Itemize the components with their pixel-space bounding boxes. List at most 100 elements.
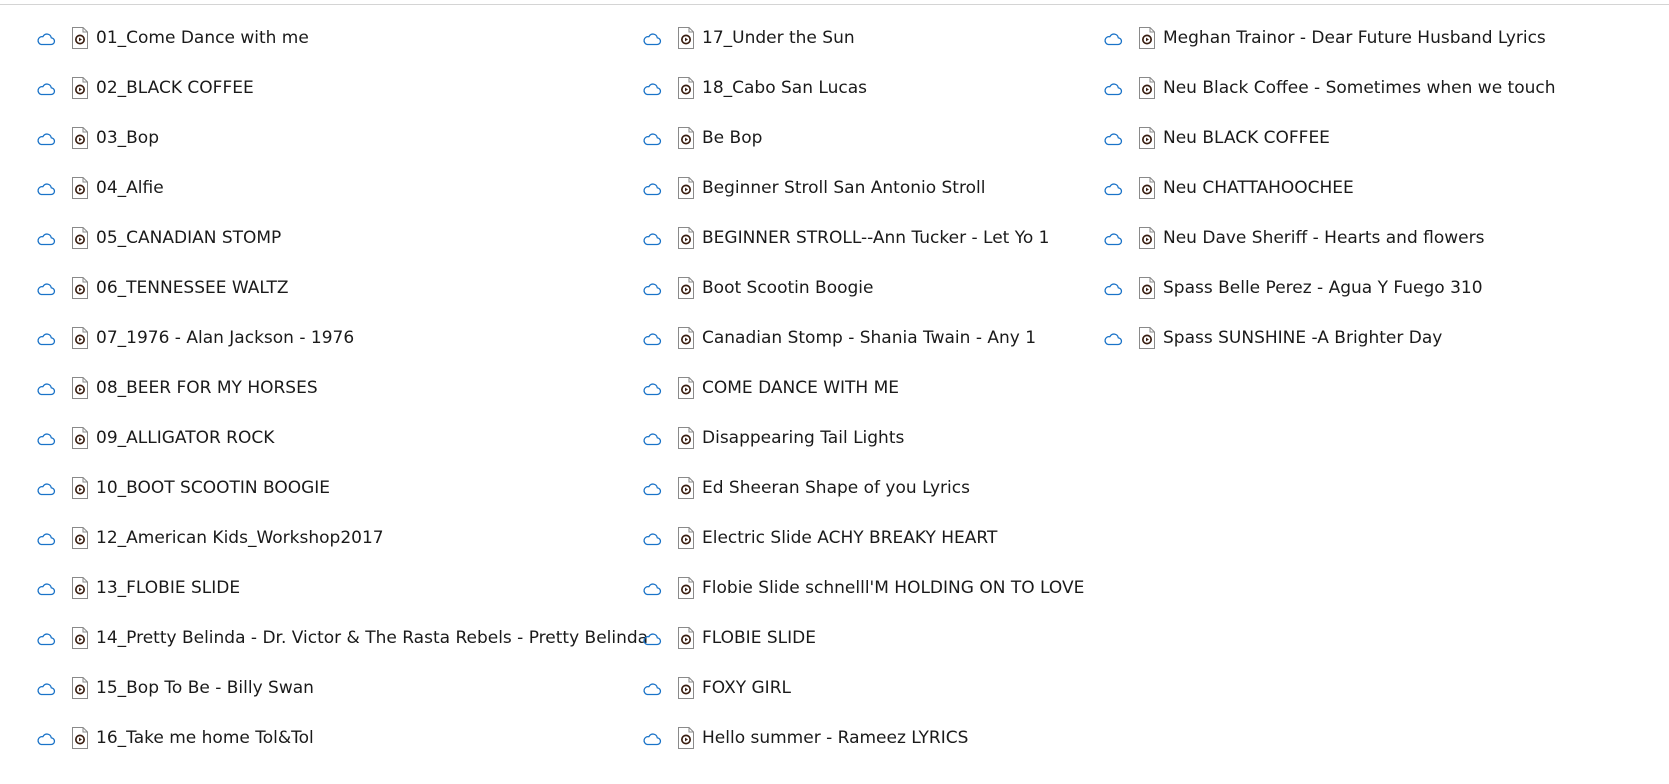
file-name[interactable]: Neu Black Coffee - Sometimes when we tou… [1163,77,1556,99]
file-column-1: 01_Come Dance with me 02_BLACK COFFEE 03… [36,14,648,764]
file-name[interactable]: Neu Dave Sheriff - Hearts and flowers [1163,227,1484,249]
file-item[interactable]: 12_American Kids_Workshop2017 [36,514,596,564]
cloud-icon [642,429,662,449]
file-name[interactable]: Flobie Slide schnelll'M HOLDING ON TO LO… [702,577,1084,599]
file-item[interactable]: 08_BEER FOR MY HORSES [36,364,596,414]
cloud-icon [642,279,662,299]
file-name[interactable]: 10_BOOT SCOOTIN BOOGIE [96,477,330,499]
file-name[interactable]: 13_FLOBIE SLIDE [96,577,240,599]
media-file-icon [677,26,695,50]
cloud-icon [36,129,56,149]
media-file-icon [1138,26,1156,50]
file-item[interactable]: Neu CHATTAHOOCHEE [1103,164,1663,214]
file-name[interactable]: 05_CANADIAN STOMP [96,227,281,249]
file-name[interactable]: 14_Pretty Belinda - Dr. Victor & The Ras… [96,627,648,649]
cloud-icon [642,329,662,349]
file-item[interactable]: Flobie Slide schnelll'M HOLDING ON TO LO… [642,564,1202,614]
file-item[interactable]: 15_Bop To Be - Billy Swan [36,664,596,714]
cloud-icon [1103,329,1123,349]
cloud-icon [36,279,56,299]
media-file-icon [677,276,695,300]
file-name[interactable]: Hello summer - Rameez LYRICS [702,727,968,749]
file-name[interactable]: 17_Under the Sun [702,27,855,49]
file-name[interactable]: 01_Come Dance with me [96,27,309,49]
file-name[interactable]: Beginner Stroll San Antonio Stroll [702,177,985,199]
cloud-icon [642,229,662,249]
file-item[interactable]: COME DANCE WITH ME [642,364,1202,414]
cloud-icon [36,29,56,49]
file-name[interactable]: 04_Alfie [96,177,164,199]
file-name[interactable]: FLOBIE SLIDE [702,627,816,649]
media-file-icon [677,526,695,550]
file-item[interactable]: Ed Sheeran Shape of you Lyrics [642,464,1202,514]
media-file-icon [677,176,695,200]
file-name[interactable]: Spass SUNSHINE -A Brighter Day [1163,327,1442,349]
file-item[interactable]: Hello summer - Rameez LYRICS [642,714,1202,764]
file-item[interactable]: Spass SUNSHINE -A Brighter Day [1103,314,1663,364]
media-file-icon [677,726,695,750]
media-file-icon [71,426,89,450]
media-file-icon [71,276,89,300]
file-item[interactable]: Spass Belle Perez - Agua Y Fuego 310 [1103,264,1663,314]
cloud-icon [36,229,56,249]
file-item[interactable]: 04_Alfie [36,164,596,214]
file-name[interactable]: Boot Scootin Boogie [702,277,873,299]
file-item[interactable]: 01_Come Dance with me [36,14,596,64]
file-name[interactable]: 12_American Kids_Workshop2017 [96,527,384,549]
file-item[interactable]: 03_Bop [36,114,596,164]
media-file-icon [71,526,89,550]
file-item[interactable]: FLOBIE SLIDE [642,614,1202,664]
cloud-icon [642,629,662,649]
file-item[interactable]: 07_1976 - Alan Jackson - 1976 [36,314,596,364]
media-file-icon [71,626,89,650]
file-name[interactable]: 07_1976 - Alan Jackson - 1976 [96,327,354,349]
file-name[interactable]: 03_Bop [96,127,159,149]
file-item[interactable]: Disappearing Tail Lights [642,414,1202,464]
file-item[interactable]: Meghan Trainor - Dear Future Husband Lyr… [1103,14,1663,64]
file-name[interactable]: 08_BEER FOR MY HORSES [96,377,318,399]
file-name[interactable]: 15_Bop To Be - Billy Swan [96,677,314,699]
file-item[interactable]: Neu Black Coffee - Sometimes when we tou… [1103,64,1663,114]
file-item[interactable]: 06_TENNESSEE WALTZ [36,264,596,314]
media-file-icon [677,626,695,650]
file-name[interactable]: Ed Sheeran Shape of you Lyrics [702,477,970,499]
file-name[interactable]: Spass Belle Perez - Agua Y Fuego 310 [1163,277,1483,299]
file-name[interactable]: Electric Slide ACHY BREAKY HEART [702,527,997,549]
file-name[interactable]: Meghan Trainor - Dear Future Husband Lyr… [1163,27,1546,49]
file-item[interactable]: 02_BLACK COFFEE [36,64,596,114]
file-name[interactable]: BEGINNER STROLL--Ann Tucker - Let Yo 1 [702,227,1049,249]
file-name[interactable]: Neu CHATTAHOOCHEE [1163,177,1354,199]
file-name[interactable]: FOXY GIRL [702,677,791,699]
file-name[interactable]: Disappearing Tail Lights [702,427,904,449]
file-item[interactable]: 09_ALLIGATOR ROCK [36,414,596,464]
file-name[interactable]: Canadian Stomp - Shania Twain - Any 1 [702,327,1036,349]
media-file-icon [677,126,695,150]
file-name[interactable]: 16_Take me home Tol&Tol [96,727,314,749]
file-name[interactable]: Be Bop [702,127,762,149]
media-file-icon [677,376,695,400]
file-name[interactable]: COME DANCE WITH ME [702,377,899,399]
media-file-icon [71,76,89,100]
cloud-icon [36,679,56,699]
file-name[interactable]: Neu BLACK COFFEE [1163,127,1330,149]
file-item[interactable]: 14_Pretty Belinda - Dr. Victor & The Ras… [36,614,648,664]
file-item[interactable]: Electric Slide ACHY BREAKY HEART [642,514,1202,564]
file-name[interactable]: 18_Cabo San Lucas [702,77,867,99]
cloud-icon [1103,279,1123,299]
file-item[interactable]: 16_Take me home Tol&Tol [36,714,596,764]
file-item[interactable]: FOXY GIRL [642,664,1202,714]
media-file-icon [71,676,89,700]
media-file-icon [71,226,89,250]
cloud-icon [1103,129,1123,149]
cloud-icon [36,729,56,749]
file-item[interactable]: Neu BLACK COFFEE [1103,114,1663,164]
media-file-icon [677,576,695,600]
file-name[interactable]: 09_ALLIGATOR ROCK [96,427,274,449]
file-item[interactable]: 10_BOOT SCOOTIN BOOGIE [36,464,596,514]
cloud-icon [36,479,56,499]
file-item[interactable]: 13_FLOBIE SLIDE [36,564,596,614]
file-name[interactable]: 06_TENNESSEE WALTZ [96,277,289,299]
file-name[interactable]: 02_BLACK COFFEE [96,77,254,99]
file-item[interactable]: 05_CANADIAN STOMP [36,214,596,264]
file-item[interactable]: Neu Dave Sheriff - Hearts and flowers [1103,214,1663,264]
